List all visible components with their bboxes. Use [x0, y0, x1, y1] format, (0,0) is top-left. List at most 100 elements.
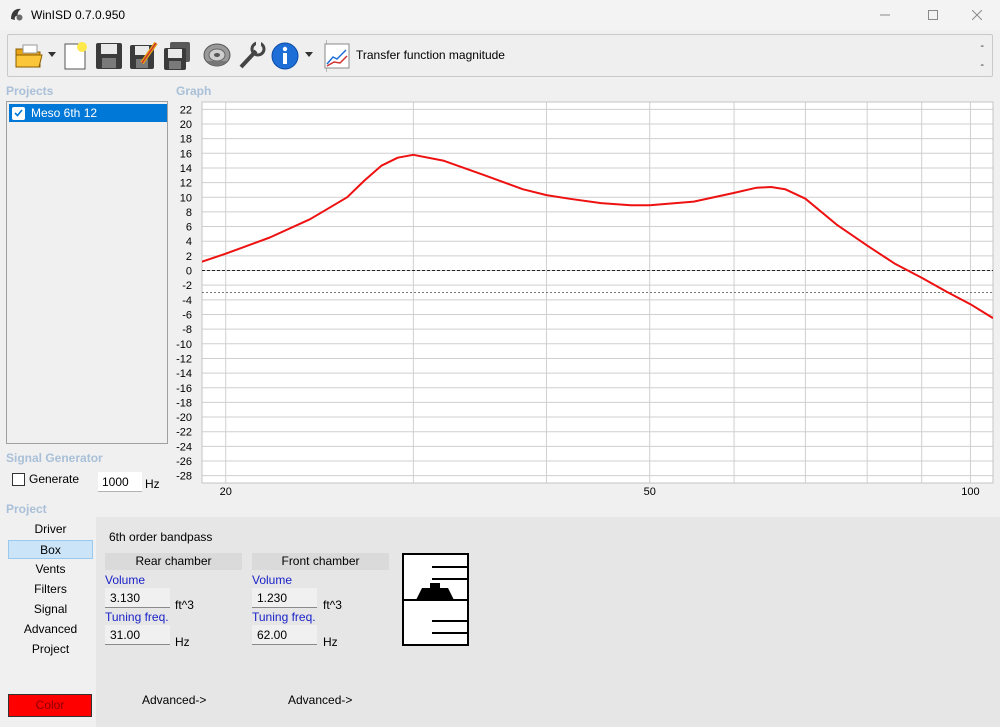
- rear-volume-label: Volume: [105, 573, 146, 587]
- maximize-button[interactable]: [910, 0, 956, 30]
- close-button[interactable]: [954, 0, 1000, 30]
- nav-filters[interactable]: Filters: [8, 580, 93, 599]
- y-tick-label: 6: [186, 222, 192, 234]
- nav-project[interactable]: Project: [8, 640, 93, 659]
- info-dropdown-arrow[interactable]: [305, 52, 313, 57]
- y-tick-label: 22: [180, 104, 192, 116]
- front-volume-input[interactable]: [252, 588, 317, 608]
- minimize-icon: [880, 14, 890, 16]
- y-tick-label: -2: [182, 280, 192, 292]
- y-tick-label: 12: [180, 178, 192, 190]
- y-tick-label: 4: [186, 236, 192, 248]
- y-tick-label: 20: [180, 119, 192, 131]
- generate-checkbox[interactable]: [12, 472, 25, 486]
- toolbar-dash-top: -: [980, 40, 984, 52]
- y-tick-label: -10: [176, 339, 192, 351]
- transfer-function-chart[interactable]: 2220181614121086420-2-4-6-8-10-12-14-16-…: [174, 100, 1000, 505]
- y-tick-label: -18: [176, 397, 192, 409]
- frequency-unit: Hz: [145, 477, 160, 491]
- driver-editor-button[interactable]: [200, 39, 234, 73]
- window-title: WinISD 0.7.0.950: [31, 8, 126, 22]
- color-button[interactable]: Color: [8, 694, 92, 717]
- y-tick-label: 16: [180, 148, 192, 160]
- box-diagram-icon: [402, 553, 469, 646]
- save-as-icon: [130, 41, 158, 69]
- checkmark-icon: [14, 109, 23, 117]
- generate-row[interactable]: Generate: [12, 472, 79, 486]
- y-tick-label: 0: [186, 266, 192, 278]
- y-tick-label: -8: [182, 324, 192, 336]
- save-icon: [96, 43, 122, 69]
- rear-tuning-input[interactable]: [105, 625, 170, 645]
- tools-icon: [239, 41, 266, 69]
- project-section-label: Project: [6, 502, 47, 516]
- info-icon: [271, 42, 299, 70]
- rear-tuning-unit: Hz: [175, 635, 190, 649]
- y-tick-label: -4: [182, 295, 192, 307]
- graph-area[interactable]: 22 20 18 16 14 12 10 8 6 4 2 0 -2 -4 -6 -8 -10 -12 -14 -16-…: [174, 100, 1000, 505]
- toolbar: Transfer function magnitude - -: [7, 34, 993, 77]
- x-tick-label: 20: [220, 486, 232, 498]
- nav-advanced[interactable]: Advanced: [8, 620, 93, 639]
- y-tick-label: -16: [176, 383, 192, 395]
- front-tuning-unit: Hz: [323, 635, 338, 649]
- rear-advanced-link[interactable]: Advanced->: [142, 693, 206, 707]
- graph-type-icon: [324, 43, 350, 69]
- y-tick-label: 18: [180, 134, 192, 146]
- projects-list[interactable]: Meso 6th 12: [6, 101, 168, 444]
- driver-icon: [203, 43, 231, 67]
- front-advanced-link[interactable]: Advanced->: [288, 693, 352, 707]
- graph-type-button[interactable]: [321, 39, 353, 73]
- y-tick-label: 14: [180, 163, 192, 175]
- x-tick-label: 50: [644, 486, 656, 498]
- front-volume-label: Volume: [252, 573, 293, 587]
- save-all-button[interactable]: [160, 39, 194, 73]
- rear-volume-input[interactable]: [105, 588, 170, 608]
- title-bar: WinISD 0.7.0.950: [0, 0, 1000, 30]
- save-all-icon: [164, 42, 190, 70]
- projects-section-label: Projects: [6, 84, 54, 98]
- front-tuning-label: Tuning freq.: [252, 610, 316, 624]
- nav-vents[interactable]: Vents: [8, 560, 93, 579]
- graph-type-label[interactable]: Transfer function magnitude: [356, 48, 505, 62]
- y-tick-label: -26: [176, 456, 192, 468]
- close-icon: [972, 10, 982, 20]
- open-folder-icon: [15, 44, 43, 68]
- graph-section-label: Graph: [176, 84, 212, 98]
- front-tuning-input[interactable]: [252, 625, 317, 645]
- new-document-icon: [64, 42, 87, 70]
- project-checkbox[interactable]: [12, 106, 25, 120]
- rear-volume-unit: ft^3: [175, 598, 194, 612]
- x-tick-label: 100: [961, 486, 979, 498]
- tools-button[interactable]: [234, 39, 268, 73]
- y-tick-label: -28: [176, 471, 192, 483]
- save-button[interactable]: [92, 39, 126, 73]
- box-panel: 6th order bandpass Rear chamber Volume f…: [96, 517, 1000, 727]
- rear-chamber-header: Rear chamber: [105, 553, 242, 570]
- y-tick-label: 10: [180, 192, 192, 204]
- y-tick-label: -22: [176, 427, 192, 439]
- project-item[interactable]: Meso 6th 12: [9, 104, 167, 122]
- nav-driver[interactable]: Driver: [8, 520, 93, 539]
- y-tick-label: 2: [186, 251, 192, 263]
- y-tick-label: 8: [186, 207, 192, 219]
- toolbar-dash-bottom: -: [980, 59, 984, 71]
- nav-signal[interactable]: Signal: [8, 600, 93, 619]
- new-button[interactable]: [58, 39, 92, 73]
- nav-box[interactable]: Box: [8, 540, 93, 559]
- signal-generator-section-label: Signal Generator: [6, 451, 103, 465]
- y-tick-label: -12: [176, 353, 192, 365]
- app-icon: [11, 8, 23, 21]
- frequency-input[interactable]: [98, 472, 142, 492]
- generate-label: Generate: [29, 472, 80, 486]
- info-button[interactable]: [268, 39, 302, 73]
- y-tick-label: -20: [176, 412, 192, 424]
- minimize-button[interactable]: [862, 0, 908, 30]
- save-as-button[interactable]: [126, 39, 160, 73]
- y-tick-label: -24: [176, 441, 192, 453]
- y-tick-label: -6: [182, 309, 192, 321]
- box-type-label: 6th order bandpass: [109, 530, 213, 544]
- front-volume-unit: ft^3: [323, 598, 342, 612]
- open-dropdown-arrow[interactable]: [48, 52, 56, 57]
- open-button[interactable]: [12, 39, 46, 73]
